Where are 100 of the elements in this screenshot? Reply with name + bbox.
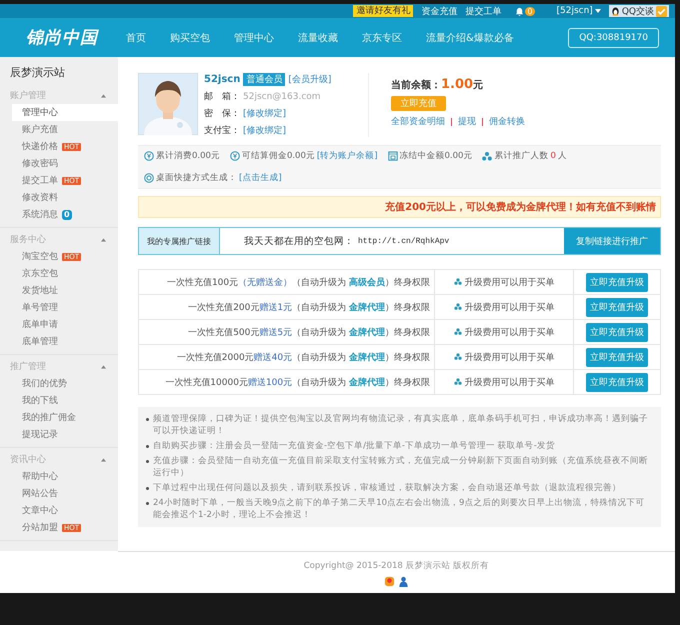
upgrade-button[interactable]: 立即充值升级 <box>586 372 648 392</box>
nav-item[interactable]: 流量介绍&爆款必备 <box>416 26 524 48</box>
upgrade-button[interactable]: 立即充值升级 <box>586 322 648 342</box>
stat-link[interactable]: [转为账户余额] <box>316 150 378 162</box>
note-text: 下单过程中出现任何问题以及损失，请到联系投诉，审核通过，获取解决方案，会自动退还单号款（退款流程很完善） <box>153 482 621 494</box>
target-icon <box>144 173 154 183</box>
stat-text: 累计消费0.00元 <box>156 150 220 162</box>
top-link[interactable]: 资金充值 <box>421 4 458 18</box>
sidebar-item[interactable]: 快递价格 <box>22 140 58 153</box>
recharge-button[interactable]: 立即充值 <box>391 96 446 111</box>
collapse-arrow-icon[interactable] <box>101 94 106 98</box>
sidebar-item[interactable]: 发货地址 <box>22 284 58 297</box>
bell-icon[interactable] <box>515 6 524 16</box>
benefit-text: 升级费用可以用于买单 <box>464 376 554 388</box>
benefit-text: 升级费用可以用于买单 <box>464 302 554 314</box>
bullet-icon <box>146 460 149 463</box>
nav-item[interactable]: 首页 <box>116 26 156 48</box>
table-cell: 一次性充值100元（无赠送金）（自动升级为 高级会员）终身权限 <box>138 270 434 294</box>
caret-icon <box>594 9 601 13</box>
upgrade-link[interactable]: [会员升级] <box>288 73 332 86</box>
cluster-icon <box>454 328 462 336</box>
nav-item[interactable]: 流量收藏 <box>288 26 348 48</box>
upgrade-button[interactable]: 立即充值升级 <box>586 348 648 366</box>
note-text: 充值步骤：会员登陆一自动充值一充值目前采取支付宝转账方式，充值完成一分钟刷新下页面自动到账（充值系统昼夜不间断运行中） <box>153 455 649 479</box>
sidebar-item[interactable]: 提交工单 <box>22 174 58 187</box>
field-label: 支付宝： <box>204 124 240 137</box>
balance-amount: 1.00 <box>441 77 474 92</box>
bullet-icon <box>146 487 149 490</box>
qq-chat-button[interactable]: QQ交谈 <box>608 5 669 17</box>
site-title: 辰梦演示站 <box>9 65 66 81</box>
sidebar-item[interactable]: 我的推广佣金 <box>22 411 76 424</box>
notification-count: 0 <box>525 6 534 16</box>
benefit-text: 升级费用可以用于买单 <box>464 326 554 338</box>
sidebar-item[interactable]: 淘宝空包 <box>22 250 58 263</box>
stat-text: 累计推广人数 <box>494 150 548 162</box>
sidebar-item[interactable]: 修改资料 <box>22 191 58 204</box>
account-link[interactable]: 全部资金明细 <box>391 115 445 128</box>
top-link[interactable]: 提交工单 <box>465 4 502 18</box>
upgrade-button[interactable]: 立即充值升级 <box>586 272 648 292</box>
section-title[interactable]: 资讯中心 <box>10 453 46 466</box>
bind-link[interactable]: [修改绑定] <box>243 124 286 137</box>
nav-item[interactable]: 管理中心 <box>224 26 284 48</box>
nav-item[interactable]: 京东专区 <box>352 26 412 48</box>
copyright-text: Copyright@ 2015-2018 辰梦演示站 版权所有 <box>302 560 490 572</box>
qq-number: QQ:308819170 <box>568 28 659 48</box>
penguin-icon <box>610 6 620 16</box>
section-title[interactable]: 推广管理 <box>10 360 46 373</box>
table-cell: 一次性充值200元赠送1元（自动升级为 金牌代理）终身权限 <box>138 294 434 320</box>
user-menu[interactable]: [52jscn] <box>556 6 601 16</box>
sidebar-item[interactable]: 底单申请 <box>22 318 58 331</box>
note-text: 24小时随时下单，一般当天晚9点之前下的单子第二天早10点左右会出物流，9点之后的则要次日早上出物流，特殊情况下可能会推迟个1-2小时，理论上不会推迟！ <box>153 497 646 521</box>
sidebar-item[interactable]: 账户充值 <box>22 123 58 136</box>
note-text: 自助购买步骤：注册会员一登陆一充值资金-空包下单/批量下单-下单成功一单号管理一 获取单号-发货 <box>153 440 555 452</box>
username: 52jscn <box>204 74 240 85</box>
logo[interactable]: 锦尚中国 <box>26 26 98 49</box>
sidebar-item[interactable]: 帮助中心 <box>22 470 58 483</box>
sidebar-item[interactable]: 分站加盟 <box>22 521 58 534</box>
benefit-text: 升级费用可以用于买单 <box>464 276 554 288</box>
field-label: 邮 箱： <box>204 90 240 103</box>
stat-text: 可结算佣金0.00元 <box>242 150 315 162</box>
sidebar-item[interactable]: 网站公告 <box>22 487 58 500</box>
field-label: 密 保： <box>204 108 240 120</box>
stat-link[interactable]: [点击生成] <box>239 172 282 184</box>
sidebar-item[interactable]: 系统消息 <box>22 208 58 221</box>
table-cell: 一次性充值500元赠送5元（自动升级为 金牌代理）终身权限 <box>138 320 434 344</box>
stat-text: 桌面快捷方式生成： <box>156 172 237 184</box>
collapse-arrow-icon[interactable] <box>101 458 106 462</box>
sidebar-item[interactable]: 单号管理 <box>22 301 58 314</box>
avatar <box>138 73 198 135</box>
calendar-icon <box>388 151 398 161</box>
sidebar-item[interactable]: 我的下线 <box>22 394 58 407</box>
check-icon <box>656 6 667 16</box>
stat-text: 冻结中金额0.00元 <box>400 150 472 162</box>
sidebar-item[interactable]: 京东空包 <box>22 267 58 280</box>
table-cell: 一次性充值2000元赠送40元（自动升级为 金牌代理）终身权限 <box>138 344 434 370</box>
note-text: 频道管理保障，口碑为证！提供空包淘宝以及官网均有物流记录，有真实底单，底单条码手机可扫，申诉成功率高！遇到骗子可以开快递证明！ <box>153 413 649 437</box>
sidebar-item[interactable]: 底单管理 <box>22 335 58 348</box>
invite-badge[interactable]: 邀请好友有礼 <box>353 5 414 17</box>
bullet-icon <box>146 445 149 448</box>
sidebar-item[interactable]: 我们的优势 <box>22 377 67 390</box>
bullet-icon <box>146 502 149 505</box>
bind-link[interactable]: [修改绑定] <box>243 107 286 120</box>
sidebar-item[interactable]: 提现记录 <box>22 428 58 441</box>
sidebar-item[interactable]: 文章中心 <box>22 504 58 517</box>
collapse-arrow-icon[interactable] <box>101 238 106 242</box>
count-badge: 0 <box>62 210 72 220</box>
balance-label: 当前余额： <box>391 78 441 92</box>
section-title[interactable]: 服务中心 <box>10 233 46 246</box>
benefit-text: 升级费用可以用于买单 <box>464 352 554 364</box>
account-link[interactable]: 佣金转换 <box>489 115 525 128</box>
collapse-arrow-icon[interactable] <box>101 364 106 368</box>
sidebar-item[interactable]: 修改密码 <box>22 157 58 170</box>
yen-icon <box>144 151 154 161</box>
nav-item[interactable]: 购买空包 <box>160 26 220 48</box>
section-title[interactable]: 账户管理 <box>10 89 46 102</box>
upgrade-button[interactable]: 立即充值升级 <box>586 298 648 316</box>
copy-link-button[interactable]: 复制链接进行推广 <box>564 228 660 254</box>
account-link[interactable]: 提现 <box>458 115 476 128</box>
cluster-icon <box>454 303 462 311</box>
table-cell: 一次性充值10000元赠送100元（自动升级为 金牌代理）终身权限 <box>138 370 434 394</box>
